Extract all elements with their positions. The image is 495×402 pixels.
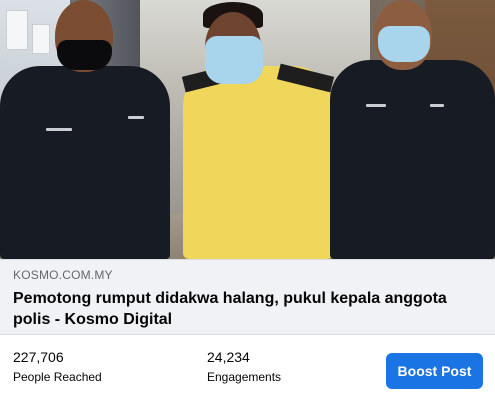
post-insights-card: KOSMO.COM.MY Pemotong rumput didakwa hal… [0,0,495,402]
wall-poster [6,10,28,50]
link-headline[interactable]: Pemotong rumput didakwa halang, pukul ke… [13,288,483,330]
blue-face-mask [205,36,263,84]
wall-poster [32,24,50,54]
people-reached-stat: 227,706 People Reached [13,348,102,385]
police-officer-left [0,66,170,259]
link-preview-image[interactable] [0,0,495,259]
people-reached-value: 227,706 [13,349,64,365]
people-reached-label: People Reached [13,370,102,384]
black-face-mask [57,40,112,70]
blue-face-mask-officer [378,26,430,62]
engagements-stat: 24,234 Engagements [207,348,281,385]
engagements-value: 24,234 [207,349,250,365]
link-domain: KOSMO.COM.MY [13,268,113,282]
police-officer-right [330,60,495,259]
engagements-label: Engagements [207,370,282,384]
post-stats-bar: 227,706 People Reached 24,234 Engagement… [0,336,495,402]
link-preview-meta[interactable]: KOSMO.COM.MY Pemotong rumput didakwa hal… [0,259,495,335]
boost-post-button[interactable]: Boost Post [386,353,483,389]
yellow-shirt-man [181,63,335,259]
